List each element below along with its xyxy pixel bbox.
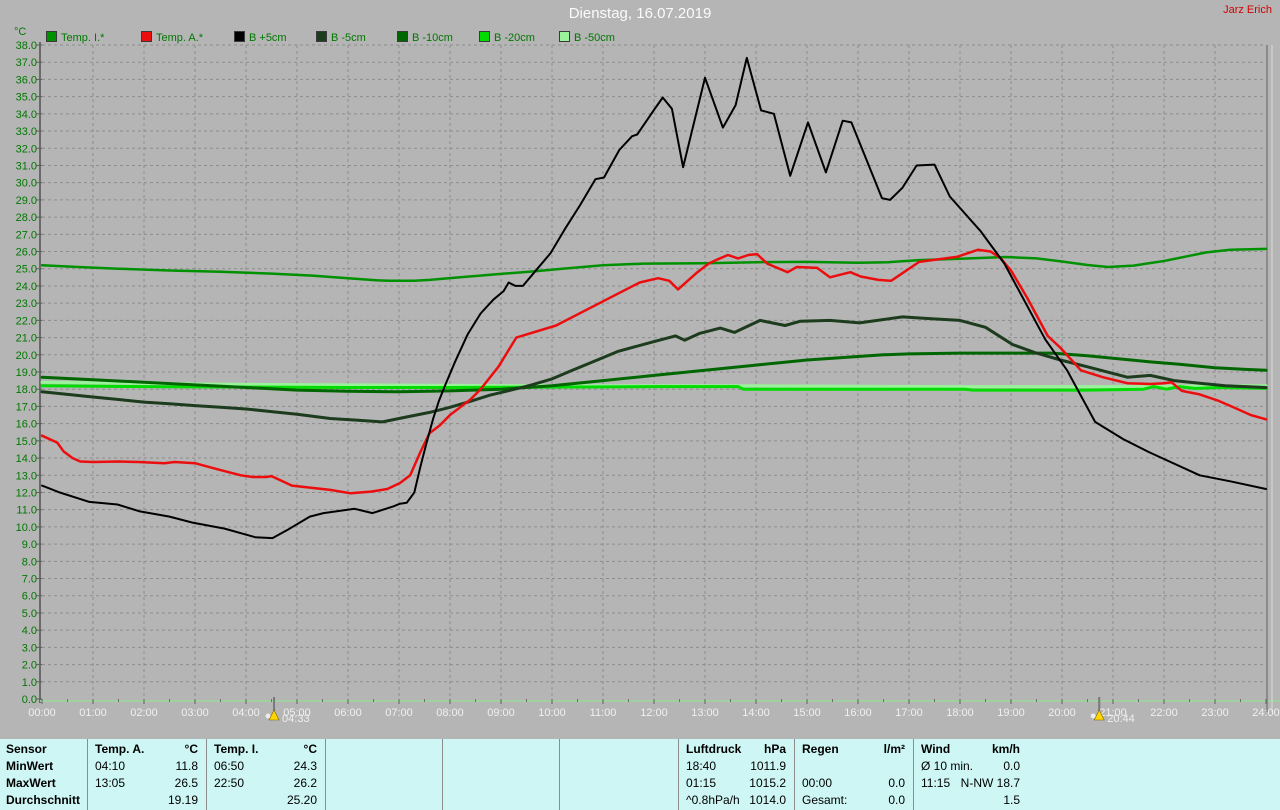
footer-divider bbox=[559, 739, 560, 810]
footer-cell-value-temp_a: 26.5 bbox=[174, 776, 198, 790]
footer-col-unit-temp_a: °C bbox=[184, 742, 198, 756]
y-tick-label: 30.0 bbox=[16, 178, 37, 190]
x-tick-label: 01:00 bbox=[79, 707, 107, 719]
sunrise-time-label: 04:33 bbox=[282, 713, 310, 725]
weather-station-window: Dienstag, 16.07.2019 Jarz Erich °C Temp.… bbox=[0, 0, 1280, 810]
x-tick-label: 10:00 bbox=[538, 707, 566, 719]
x-tick-label: 08:00 bbox=[436, 707, 464, 719]
x-tick-label: 00:00 bbox=[28, 707, 56, 719]
x-tick-label: 15:00 bbox=[793, 707, 821, 719]
temperature-chart: 38.0 37.0 36.0 35.0 34.0 33.0 32.0 31.0 30.0 29.0… bbox=[16, 40, 1280, 725]
y-tick-label: 10.0 bbox=[16, 522, 37, 534]
y-tick-label: 1.0 bbox=[22, 677, 37, 689]
y-tick-label: 13.0 bbox=[16, 470, 37, 482]
y-tick-label: 33.0 bbox=[16, 126, 37, 138]
y-tick-label: 2.0 bbox=[22, 660, 37, 672]
x-tick-label: 23:00 bbox=[1201, 707, 1229, 719]
x-tick-label: 07:00 bbox=[385, 707, 413, 719]
x-tick-label: 06:00 bbox=[334, 707, 362, 719]
x-tick-label: 17:00 bbox=[895, 707, 923, 719]
footer-cell-value-wind: 0.0 bbox=[1003, 759, 1020, 773]
footer-row-label: Sensor bbox=[6, 742, 47, 756]
x-tick-label: 11:00 bbox=[590, 707, 617, 719]
y-tick-label: 11.0 bbox=[16, 505, 37, 517]
footer-cell-value-temp_a: 19.19 bbox=[167, 793, 198, 807]
footer-col-unit-luftdruck: hPa bbox=[763, 742, 786, 756]
y-tick-label: 35.0 bbox=[16, 92, 37, 104]
footer-cell-value-luftdruck: 1015.2 bbox=[749, 776, 786, 790]
y-tick-label: 9.0 bbox=[22, 539, 37, 551]
sunset-time-label: 20:44 bbox=[1107, 713, 1135, 725]
y-tick-label: 25.0 bbox=[16, 264, 37, 276]
y-tick-label: 31.0 bbox=[16, 160, 37, 172]
y-tick-label: 15.0 bbox=[16, 436, 37, 448]
y-tick-label: 19.0 bbox=[16, 367, 37, 379]
y-tick-label: 24.0 bbox=[16, 281, 37, 293]
y-tick-label: 17.0 bbox=[16, 401, 37, 413]
footer-col-unit-wind: km/h bbox=[991, 742, 1020, 756]
footer-cell-value-luftdruck: 1011.9 bbox=[750, 759, 786, 773]
footer-cell-value-temp_i: 25.20 bbox=[286, 793, 317, 807]
x-tick-label: 19:00 bbox=[997, 707, 1025, 719]
x-tick-label: 24:00 bbox=[1252, 707, 1280, 719]
footer-cell-value-luftdruck: 1014.0 bbox=[749, 793, 786, 807]
footer-cell-value-temp_i: 26.2 bbox=[293, 776, 317, 790]
x-tick-label: 09:00 bbox=[487, 707, 515, 719]
x-tick-label: 04:00 bbox=[232, 707, 260, 719]
y-tick-label: 12.0 bbox=[16, 487, 37, 499]
y-tick-label: 32.0 bbox=[16, 143, 37, 155]
footer-divider bbox=[442, 739, 443, 810]
footer-cell-value-wind: 1.5 bbox=[1003, 793, 1020, 807]
y-tick-label: 38.0 bbox=[16, 40, 37, 52]
footer-col-unit-temp_i: °C bbox=[303, 742, 317, 756]
y-tick-label: 37.0 bbox=[16, 57, 37, 69]
y-tick-label: 20.0 bbox=[16, 350, 37, 362]
sunset-sun-icon bbox=[1090, 713, 1096, 719]
x-tick-label: 22:00 bbox=[1150, 707, 1178, 719]
y-tick-label: 5.0 bbox=[22, 608, 37, 620]
footer-cell-value-regen: 0.0 bbox=[888, 776, 905, 790]
y-tick-label: 29.0 bbox=[16, 195, 37, 207]
y-tick-label: 0.0 bbox=[22, 694, 37, 706]
y-tick-label: 14.0 bbox=[16, 453, 37, 465]
x-tick-label: 13:00 bbox=[691, 707, 719, 719]
x-tick-label: 12:00 bbox=[640, 707, 668, 719]
y-tick-label: 22.0 bbox=[16, 315, 37, 327]
y-tick-label: 4.0 bbox=[22, 625, 37, 637]
x-tick-label: 14:00 bbox=[742, 707, 770, 719]
y-tick-label: 28.0 bbox=[16, 212, 37, 224]
x-tick-label: 20:00 bbox=[1048, 707, 1076, 719]
y-tick-label: 36.0 bbox=[16, 74, 37, 86]
y-tick-label: 23.0 bbox=[16, 298, 37, 310]
footer-row-label: Durchschnitt bbox=[6, 793, 81, 807]
sunrise-sun-icon bbox=[265, 713, 271, 719]
y-tick-label: 6.0 bbox=[22, 591, 37, 603]
x-tick-label: 03:00 bbox=[181, 707, 209, 719]
footer-divider bbox=[325, 739, 326, 810]
sensor-stats-bar: Sensor MinWert MaxWert Durchschnitt Temp. A.… bbox=[0, 739, 1280, 810]
x-tick-label: 18:00 bbox=[946, 707, 974, 719]
y-tick-label: 26.0 bbox=[16, 247, 37, 259]
y-tick-label: 21.0 bbox=[16, 333, 37, 345]
sunrise-arrow-icon bbox=[268, 709, 280, 721]
footer-cell-value-temp_a: 11.8 bbox=[175, 759, 198, 773]
series-line-temp-i bbox=[40, 247, 1268, 283]
y-tick-label: 8.0 bbox=[22, 556, 37, 568]
y-tick-label: 3.0 bbox=[22, 642, 37, 654]
footer-row-label: MaxWert bbox=[6, 776, 56, 790]
footer-row-label: MinWert bbox=[6, 759, 54, 773]
y-tick-label: 16.0 bbox=[16, 419, 37, 431]
footer-cell-value-regen: 0.0 bbox=[888, 793, 905, 807]
y-tick-label: 27.0 bbox=[16, 229, 37, 241]
footer-cell-value-temp_i: 24.3 bbox=[293, 759, 317, 773]
footer-cell-value-wind: N-NW 18.7 bbox=[960, 776, 1020, 790]
x-tick-label: 02:00 bbox=[130, 707, 158, 719]
footer-col-unit-regen: l/m² bbox=[883, 742, 905, 756]
y-tick-label: 34.0 bbox=[16, 109, 37, 121]
y-tick-label: 18.0 bbox=[16, 384, 37, 396]
x-tick-label: 16:00 bbox=[844, 707, 872, 719]
y-tick-label: 7.0 bbox=[22, 574, 37, 586]
